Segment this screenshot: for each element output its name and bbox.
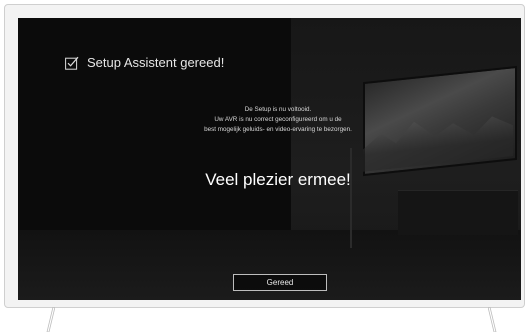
enjoy-heading: Veel plezier ermee!: [205, 170, 351, 189]
message-line: best mogelijk geluids- en video-ervaring…: [204, 126, 352, 133]
message-line: De Setup is nu voltooid.: [244, 106, 312, 113]
done-button[interactable]: Gereed: [233, 274, 327, 291]
tv-leg-right: [488, 307, 497, 332]
scene-tv-stand: [398, 190, 518, 235]
tv-screen: Setup Assistent gereed! De Setup is nu v…: [18, 18, 521, 300]
checkbox-checked-icon: [65, 56, 79, 70]
dialog-title: Setup Assistent gereed!: [87, 55, 225, 70]
scene-lamp: [350, 148, 352, 248]
message-line: Uw AVR is nu correct geconfigureerd om u…: [214, 116, 342, 123]
tv-frame: Setup Assistent gereed! De Setup is nu v…: [4, 4, 525, 308]
tv-leg-left: [46, 307, 55, 332]
completion-message: De Setup is nu voltooid. Uw AVR is nu co…: [158, 105, 398, 135]
